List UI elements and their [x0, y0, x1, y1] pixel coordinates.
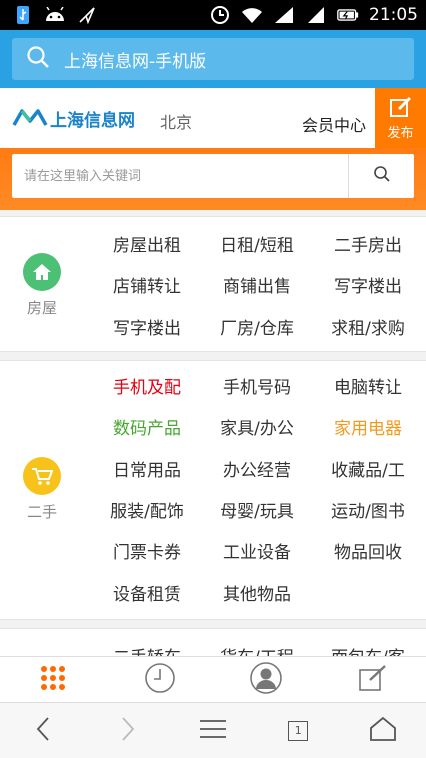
home-icon: [369, 716, 397, 746]
link-item[interactable]: 家用电器: [312, 406, 424, 447]
link-item[interactable]: 电脑转让: [312, 365, 424, 406]
clock-icon: [144, 662, 176, 698]
link-item[interactable]: 写字楼出: [92, 306, 202, 347]
link-item[interactable]: 店铺转让: [92, 264, 202, 305]
link-item[interactable]: 运动/图书: [312, 489, 424, 530]
back-button[interactable]: [0, 703, 85, 758]
house-icon: [23, 253, 61, 291]
link-item[interactable]: 办公经营: [202, 448, 312, 489]
status-time: 21:05: [369, 5, 418, 25]
house-links: 房屋出租 日租/短租 二手房出 店铺转让 商铺出售 写字楼出 写字楼出 厂房/仓…: [92, 223, 424, 347]
search-icon: [26, 45, 50, 74]
chevron-left-icon: [35, 716, 51, 746]
tabs-button[interactable]: 1: [256, 703, 341, 758]
wifi-icon: [241, 5, 263, 25]
link-item[interactable]: 写字楼出: [312, 264, 424, 305]
category-house: 房屋 房屋出租 日租/短租 二手房出 店铺转让 商铺出售 写字楼出 写字楼出 厂…: [0, 216, 426, 352]
link-item[interactable]: 母婴/玩具: [202, 489, 312, 530]
alarm-icon: [209, 5, 231, 25]
tab-count: 1: [288, 720, 309, 741]
chevron-right-icon: [120, 716, 136, 746]
link-item[interactable]: 服装/配饰: [92, 489, 202, 530]
android-icon: [44, 5, 66, 25]
link-item[interactable]: 厂房/仓库: [202, 306, 312, 347]
site-logo[interactable]: 上海信息网: [12, 106, 135, 131]
tab-publish[interactable]: [320, 657, 426, 702]
menu-icon: [199, 719, 227, 743]
page-title: 上海信息网-手机版: [64, 51, 207, 72]
link-item[interactable]: 手机及配: [92, 365, 202, 406]
link-item[interactable]: 工业设备: [202, 530, 312, 571]
category-name: 房屋: [26, 299, 57, 317]
category-secondhand-label[interactable]: 二手: [18, 457, 66, 522]
navigation-icon: [76, 5, 98, 25]
link-item[interactable]: 门票卡券: [92, 530, 202, 571]
signal-icon: [305, 5, 327, 25]
user-icon: [250, 661, 283, 698]
link-item[interactable]: 收藏品/工: [312, 448, 424, 489]
address-field[interactable]: 上海信息网-手机版: [12, 38, 414, 80]
publish-button[interactable]: 发布: [375, 88, 426, 148]
menu-button[interactable]: [170, 703, 255, 758]
link-item[interactable]: 二手房出: [312, 223, 424, 264]
link-item[interactable]: 物品回收: [312, 530, 424, 571]
screen: 21:05 上海信息网-手机版 上海信息网 北京 会员中心 发布 请在这里输入关…: [0, 0, 426, 758]
search-button[interactable]: [348, 154, 414, 198]
link-item[interactable]: 其他物品: [202, 571, 312, 612]
signal-3g-icon: [273, 5, 295, 25]
search-band: [0, 148, 426, 210]
link-item[interactable]: 设备租赁: [92, 571, 202, 612]
secondhand-links: 手机及配 手机号码 电脑转让 数码产品 家具/办公 家用电器 日常用品 办公经营…: [92, 365, 424, 613]
link-item[interactable]: 日租/短租: [202, 223, 312, 264]
grid-icon: [39, 664, 67, 696]
link-item[interactable]: 日常用品: [92, 448, 202, 489]
link-item[interactable]: 手机号码: [202, 365, 312, 406]
edit-icon: [358, 664, 388, 696]
link-item[interactable]: 数码产品: [92, 406, 202, 447]
site-header: 上海信息网 北京 会员中心 发布: [0, 88, 426, 148]
browser-nav-bar: 1: [0, 702, 426, 758]
category-name: 二手: [26, 503, 57, 521]
battery-charging-icon: [337, 5, 359, 25]
home-button[interactable]: [341, 703, 426, 758]
cart-icon: [23, 457, 61, 495]
forward-button[interactable]: [85, 703, 170, 758]
search-box: [12, 154, 414, 198]
browser-address-bar: 上海信息网-手机版: [0, 30, 426, 88]
link-item[interactable]: 商铺出售: [202, 264, 312, 305]
usb-icon: [12, 5, 34, 25]
search-icon: [373, 165, 391, 187]
city-selector[interactable]: 北京: [160, 109, 192, 133]
edit-icon: [389, 96, 413, 122]
logo-mark-icon: [12, 107, 48, 131]
app-tab-bar: [0, 656, 426, 702]
publish-label: 发布: [387, 125, 414, 141]
link-item[interactable]: 求租/求购: [312, 306, 424, 347]
member-center-link[interactable]: 会员中心: [302, 112, 366, 136]
tab-history[interactable]: [107, 657, 214, 702]
search-input[interactable]: [12, 154, 348, 198]
logo-text: 上海信息网: [50, 111, 135, 131]
status-bar: 21:05: [0, 0, 426, 30]
tab-user[interactable]: [213, 657, 320, 702]
category-secondhand: 二手 手机及配 手机号码 电脑转让 数码产品 家具/办公 家用电器 日常用品 办…: [0, 360, 426, 620]
link-item[interactable]: 房屋出租: [92, 223, 202, 264]
category-house-label[interactable]: 房屋: [18, 253, 66, 318]
link-item[interactable]: 家具/办公: [202, 406, 312, 447]
tab-home[interactable]: [0, 657, 107, 702]
